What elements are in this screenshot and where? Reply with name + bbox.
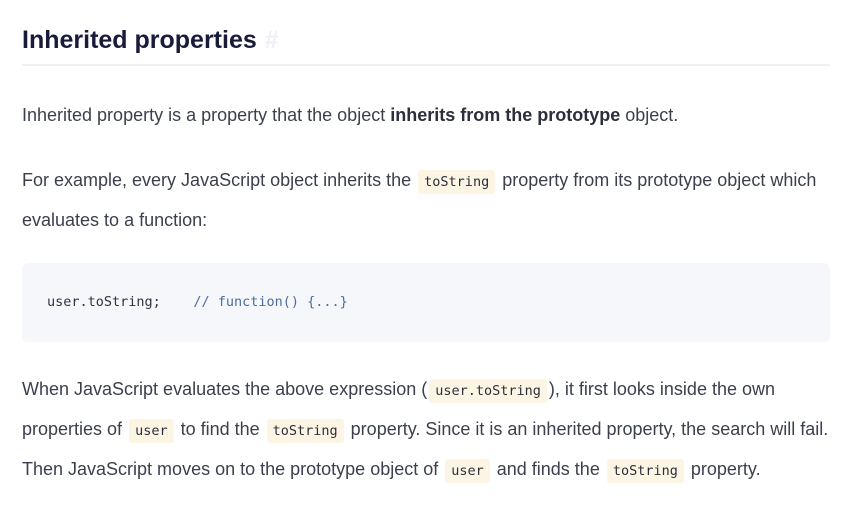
section-heading: Inherited properties # — [22, 24, 830, 66]
code-block: user.toString; // function() {...} — [22, 263, 830, 342]
heading-anchor-link[interactable]: # — [265, 26, 279, 54]
inline-code: user.toString — [429, 379, 547, 403]
text: For example, every JavaScript object inh… — [22, 170, 417, 190]
code-statement: user.toString; — [47, 294, 161, 310]
text: property. — [685, 459, 761, 479]
inline-code: toString — [418, 170, 496, 194]
text: object. — [620, 105, 679, 125]
inline-code: user — [445, 459, 490, 483]
inline-code: toString — [606, 459, 684, 483]
paragraph-example: For example, every JavaScript object inh… — [22, 161, 834, 239]
article: Inherited properties # Inherited property… — [0, 0, 854, 520]
paragraph-inherited-definition: Inherited property is a property that th… — [22, 96, 834, 134]
inline-code: user — [129, 419, 174, 443]
code-comment: // function() {...} — [193, 294, 348, 310]
code-spacer — [161, 294, 194, 310]
bold-text: inherits from the prototype — [390, 105, 621, 125]
text: and finds the — [491, 459, 605, 479]
paragraph-lookup-explanation: When JavaScript evaluates the above expr… — [22, 370, 834, 490]
text: to find the — [175, 419, 265, 439]
section-title: Inherited properties — [22, 26, 257, 54]
inline-code: toString — [266, 419, 344, 443]
text: Inherited property is a property that th… — [22, 105, 391, 125]
text: When JavaScript evaluates the above expr… — [22, 379, 428, 399]
